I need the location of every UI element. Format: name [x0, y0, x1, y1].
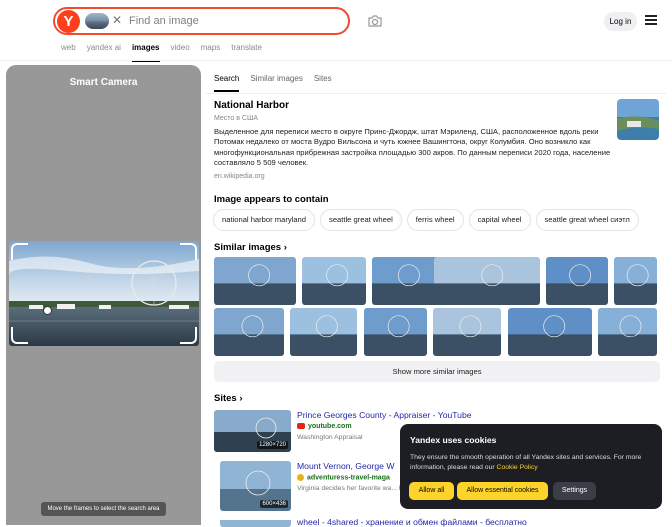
site-favicon-icon: [297, 474, 304, 481]
header-divider: [0, 60, 672, 61]
crop-hint: Move the frames to select the search are…: [41, 502, 166, 516]
entity-title[interactable]: National Harbor: [214, 100, 289, 111]
chevron-right-icon: ›: [239, 393, 243, 404]
smart-camera-title: Smart Camera: [69, 77, 138, 88]
youtube-icon: [297, 423, 305, 430]
similar-image[interactable]: [214, 308, 284, 356]
nav-tabs: web yandex ai images video maps translat…: [61, 42, 273, 62]
similar-image[interactable]: [434, 257, 540, 305]
site-url-text: youtube.com: [308, 423, 352, 430]
similar-image[interactable]: [364, 308, 427, 356]
entity-source[interactable]: en.wikipedia.org: [214, 173, 265, 180]
site-title[interactable]: wheel - 4shared - хранение и обмен файла…: [297, 517, 527, 527]
tag-chip[interactable]: national harbor maryland: [213, 209, 316, 231]
tab-web[interactable]: web: [61, 42, 76, 60]
site-thumbnail[interactable]: 600×436: [220, 461, 291, 511]
tab-video[interactable]: video: [171, 42, 190, 60]
chevron-right-icon: ›: [283, 242, 287, 253]
similar-image[interactable]: [614, 257, 657, 305]
results-tabs: Search Similar images Sites: [214, 73, 343, 92]
tag-chip[interactable]: seattle great wheel сиэтл: [535, 209, 639, 231]
cookie-title: Yandex uses cookies: [410, 435, 497, 445]
tab-sites[interactable]: Sites: [314, 73, 332, 85]
header: Y ✕ Find an image Log in web yandex ai i…: [0, 0, 672, 62]
crop-corner-tr[interactable]: [180, 243, 197, 260]
similar-image[interactable]: [302, 257, 366, 305]
tab-search[interactable]: Search: [214, 73, 240, 92]
contains-title: Image appears to contain: [214, 194, 329, 205]
yandex-logo-icon[interactable]: Y: [57, 10, 80, 33]
sites-title[interactable]: Sites ›: [214, 393, 243, 404]
crop-corner-tl[interactable]: [11, 243, 28, 260]
camera-icon[interactable]: [366, 12, 384, 30]
similar-image[interactable]: [433, 308, 501, 356]
tab-images[interactable]: images: [131, 42, 160, 62]
image-size-badge: 1280×720: [257, 441, 288, 449]
search-input[interactable]: Find an image: [129, 12, 199, 30]
image-size-badge: 600×436: [260, 500, 288, 508]
tab-similar-images[interactable]: Similar images: [250, 73, 302, 85]
tab-yandex-ai[interactable]: yandex ai: [87, 42, 121, 60]
site-url[interactable]: youtube.com: [297, 423, 352, 430]
similar-images-title[interactable]: Similar images ›: [214, 242, 287, 253]
crop-corner-bl[interactable]: [11, 327, 28, 344]
close-icon[interactable]: ✕: [112, 12, 122, 28]
site-thumbnail[interactable]: 1280×720: [214, 410, 291, 452]
tab-maps[interactable]: maps: [201, 42, 221, 60]
similar-image[interactable]: [372, 257, 439, 305]
query-image-thumbnail[interactable]: [85, 13, 109, 29]
similar-image[interactable]: [546, 257, 608, 305]
settings-button[interactable]: Settings: [553, 482, 596, 500]
similar-image[interactable]: [214, 257, 296, 305]
query-image-preview[interactable]: [9, 241, 199, 346]
harbor-photo: [9, 241, 199, 346]
login-button[interactable]: Log in: [604, 12, 637, 31]
entity-description: Выделенное для переписи место в округе П…: [214, 127, 611, 168]
cookie-banner: Yandex uses cookies They ensure the smoo…: [400, 424, 662, 509]
smart-camera-panel: Smart Camera Move the frames to select t…: [6, 65, 201, 525]
tag-chip[interactable]: capital wheel: [468, 209, 531, 231]
site-url-text: adventuress-travel-maga: [307, 474, 390, 482]
entity-subtitle: Место в США: [214, 115, 259, 122]
crop-corner-br[interactable]: [180, 327, 197, 344]
menu-icon[interactable]: [645, 15, 657, 25]
site-title[interactable]: Prince Georges County - Appraiser - YouT…: [297, 410, 472, 420]
site-thumbnail[interactable]: [220, 517, 291, 527]
allow-all-button[interactable]: Allow all: [409, 482, 454, 500]
allow-essential-button[interactable]: Allow essential cookies: [457, 482, 548, 500]
tag-chips: national harbor maryland seattle great w…: [213, 209, 644, 231]
similar-image[interactable]: [598, 308, 657, 356]
tag-chip[interactable]: seattle great wheel: [320, 209, 402, 231]
tab-translate[interactable]: translate: [231, 42, 262, 60]
sites-label: Sites: [214, 393, 237, 404]
entity-thumbnail[interactable]: [617, 99, 659, 140]
search-box[interactable]: Y ✕ Find an image: [53, 7, 350, 35]
cookie-policy-link[interactable]: Cookie Policy: [497, 464, 538, 471]
show-more-button[interactable]: Show more similar images: [214, 361, 660, 382]
similar-images-label: Similar images: [214, 242, 282, 253]
similar-image[interactable]: [290, 308, 357, 356]
tabs-divider: [206, 93, 666, 94]
object-marker[interactable]: [43, 306, 52, 315]
similar-image[interactable]: [508, 308, 592, 356]
site-title[interactable]: Mount Vernon, George W: [297, 461, 394, 471]
site-url[interactable]: adventuress-travel-maga: [297, 474, 390, 481]
tag-chip[interactable]: ferris wheel: [406, 209, 464, 231]
cookie-text: They ensure the smooth operation of all …: [410, 453, 655, 473]
